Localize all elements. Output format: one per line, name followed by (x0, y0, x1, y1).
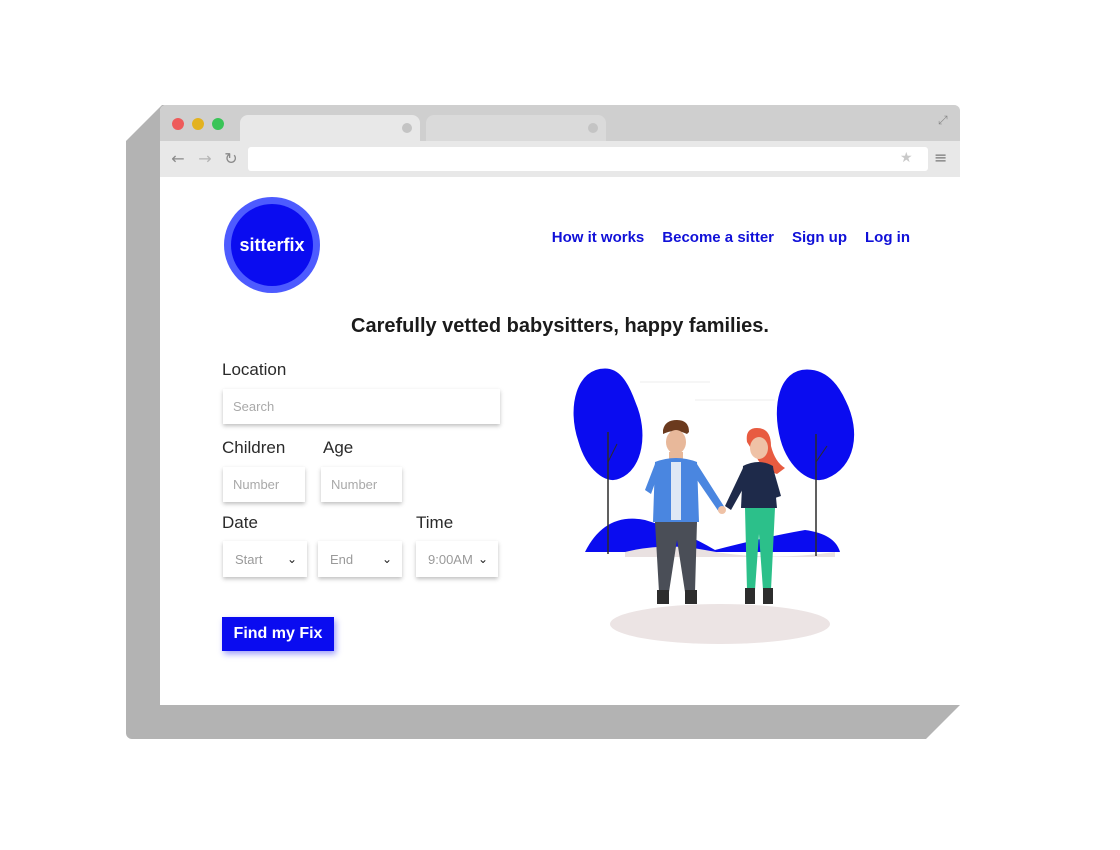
date-end-value: End (330, 551, 354, 567)
reload-icon[interactable]: ↻ (222, 150, 240, 168)
top-nav: How it works Become a sitter Sign up Log… (552, 229, 910, 246)
location-label: Location (222, 360, 287, 379)
chevron-down-icon: ⌄ (477, 552, 488, 566)
children-label: Children (222, 438, 286, 457)
nav-how-it-works[interactable]: How it works (552, 229, 645, 246)
browser-tab-inactive[interactable] (426, 115, 606, 141)
chevron-down-icon: ⌄ (381, 552, 392, 566)
tab-close-icon[interactable] (402, 123, 412, 133)
bush-shape (585, 518, 840, 552)
brand-logo[interactable]: sitterfix (224, 197, 320, 293)
browser-titlebar: ⤢ (160, 105, 960, 141)
browser-tab-active[interactable] (240, 115, 420, 141)
arrow-right-icon[interactable]: → (196, 150, 214, 168)
web-page: sitterfix How it works Become a sitter S… (160, 177, 960, 705)
brand-logo-text: sitterfix (231, 204, 313, 286)
maximize-window-button[interactable] (212, 118, 224, 130)
nav-sign-up[interactable]: Sign up (792, 229, 847, 246)
arrow-left-icon[interactable]: ← (169, 150, 187, 168)
nav-log-in[interactable]: Log in (865, 229, 910, 246)
expand-icon[interactable]: ⤢ (938, 113, 952, 127)
browser-toolbar: ← → ↻ ★ ≡ (160, 141, 960, 177)
woman-figure (725, 428, 785, 604)
page-headline: Carefully vetted babysitters, happy fami… (351, 315, 769, 337)
couple-illustration (570, 365, 858, 644)
date-start-value: Start (235, 551, 263, 567)
close-window-button[interactable] (172, 118, 184, 130)
time-label: Time (416, 513, 454, 532)
location-search-input[interactable] (223, 389, 500, 424)
chevron-down-icon: ⌄ (286, 552, 297, 566)
date-start-select[interactable]: Start ⌄ (223, 541, 307, 577)
address-bar[interactable] (248, 147, 928, 171)
menu-icon[interactable]: ≡ (934, 149, 948, 167)
ground-shadow (610, 604, 830, 644)
holding-hands (718, 506, 726, 514)
find-my-fix-button[interactable]: Find my Fix (222, 617, 334, 651)
browser-window: ⤢ ← → ↻ ★ ≡ sitterfix How it works Becom… (160, 105, 960, 705)
tab-close-icon[interactable] (588, 123, 598, 133)
children-number-input[interactable] (223, 467, 305, 502)
age-label: Age (323, 438, 354, 457)
age-number-input[interactable] (321, 467, 402, 502)
time-value: 9:00AM (428, 551, 473, 567)
star-icon[interactable]: ★ (900, 150, 913, 166)
date-end-select[interactable]: End ⌄ (318, 541, 402, 577)
time-select[interactable]: 9:00AM ⌄ (416, 541, 498, 577)
man-figure (645, 420, 725, 604)
nav-become-a-sitter[interactable]: Become a sitter (662, 229, 774, 246)
minimize-window-button[interactable] (192, 118, 204, 130)
date-label: Date (222, 513, 258, 532)
